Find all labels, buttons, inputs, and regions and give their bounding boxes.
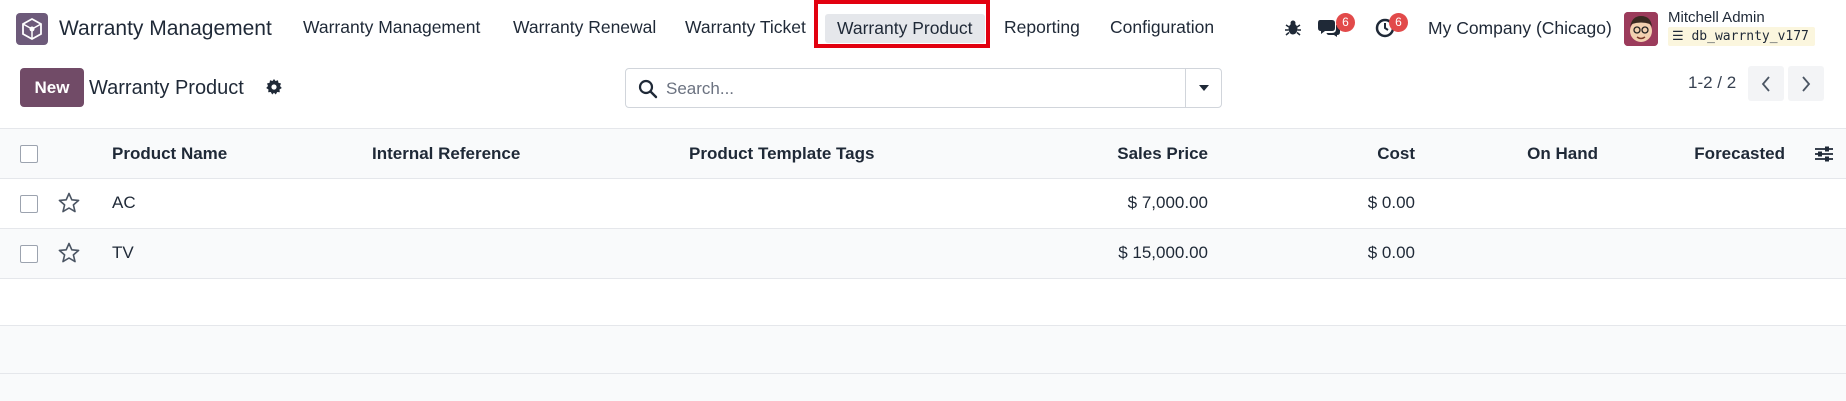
pager-previous-button[interactable]	[1748, 66, 1784, 101]
database-name: db_warrnty_v177	[1691, 29, 1809, 44]
app-home-icon[interactable]	[16, 13, 48, 45]
table-row[interactable]: AC $ 7,000.00 $ 0.00	[0, 179, 1846, 229]
cell-cost: $ 0.00	[1367, 243, 1415, 262]
column-product-template-tags[interactable]: Product Template Tags	[689, 144, 874, 164]
menu-configuration[interactable]: Configuration	[1110, 17, 1214, 38]
cell-product-name: AC	[112, 193, 136, 212]
activities-badge: 6	[1389, 13, 1408, 32]
company-switcher[interactable]: My Company (Chicago)	[1428, 18, 1612, 39]
top-navbar: Warranty Management Warranty Management …	[0, 0, 1846, 56]
gear-icon[interactable]	[265, 78, 283, 96]
page-title[interactable]: Warranty Product	[89, 77, 244, 100]
cell-sales-price: $ 7,000.00	[1127, 193, 1208, 212]
table-header: Product Name Internal Reference Product …	[0, 128, 1846, 179]
highlight-annotation	[814, 0, 990, 48]
cell-cost: $ 0.00	[1367, 193, 1415, 212]
menu-warranty-ticket[interactable]: Warranty Ticket	[685, 17, 806, 38]
table-row[interactable]: TV $ 15,000.00 $ 0.00	[0, 229, 1846, 279]
caret-down-icon	[1198, 85, 1209, 91]
new-button[interactable]: New	[20, 68, 84, 107]
search-input[interactable]	[666, 78, 1166, 100]
messages-badge: 6	[1336, 13, 1355, 32]
column-product-name[interactable]: Product Name	[112, 144, 227, 164]
column-internal-reference[interactable]: Internal Reference	[372, 144, 520, 164]
select-all-checkbox[interactable]	[20, 145, 38, 163]
optional-columns-icon[interactable]	[1814, 145, 1834, 163]
chevron-left-icon	[1761, 75, 1770, 92]
debug-bug-icon[interactable]	[1281, 16, 1305, 40]
database-tag: ☰ db_warrnty_v177	[1668, 27, 1815, 46]
menu-reporting[interactable]: Reporting	[1004, 17, 1080, 38]
menu-warranty-management[interactable]: Warranty Management	[303, 17, 480, 38]
pager-next-button[interactable]	[1788, 66, 1824, 101]
favorite-star-icon[interactable]	[57, 191, 81, 215]
database-icon: ☰	[1672, 29, 1684, 44]
search-bar[interactable]	[625, 68, 1222, 108]
cell-product-name: TV	[112, 243, 134, 262]
app-title[interactable]: Warranty Management	[59, 17, 272, 41]
pager-value[interactable]: 1-2 / 2	[1688, 73, 1736, 93]
search-icon	[638, 79, 658, 99]
user-name[interactable]: Mitchell Admin	[1668, 9, 1765, 26]
menu-warranty-renewal[interactable]: Warranty Renewal	[513, 17, 656, 38]
empty-row	[0, 326, 1846, 374]
column-on-hand[interactable]: On Hand	[1527, 144, 1598, 164]
column-forecasted[interactable]: Forecasted	[1694, 144, 1785, 164]
column-sales-price[interactable]: Sales Price	[1117, 144, 1208, 164]
empty-row	[0, 279, 1846, 326]
empty-row	[0, 374, 1846, 401]
user-avatar[interactable]	[1624, 12, 1658, 46]
row-checkbox[interactable]	[20, 245, 38, 263]
cell-sales-price: $ 15,000.00	[1118, 243, 1208, 262]
row-checkbox[interactable]	[20, 195, 38, 213]
favorite-star-icon[interactable]	[57, 241, 81, 265]
chevron-right-icon	[1802, 75, 1811, 92]
column-cost[interactable]: Cost	[1377, 144, 1415, 164]
search-options-toggle[interactable]	[1185, 69, 1221, 107]
